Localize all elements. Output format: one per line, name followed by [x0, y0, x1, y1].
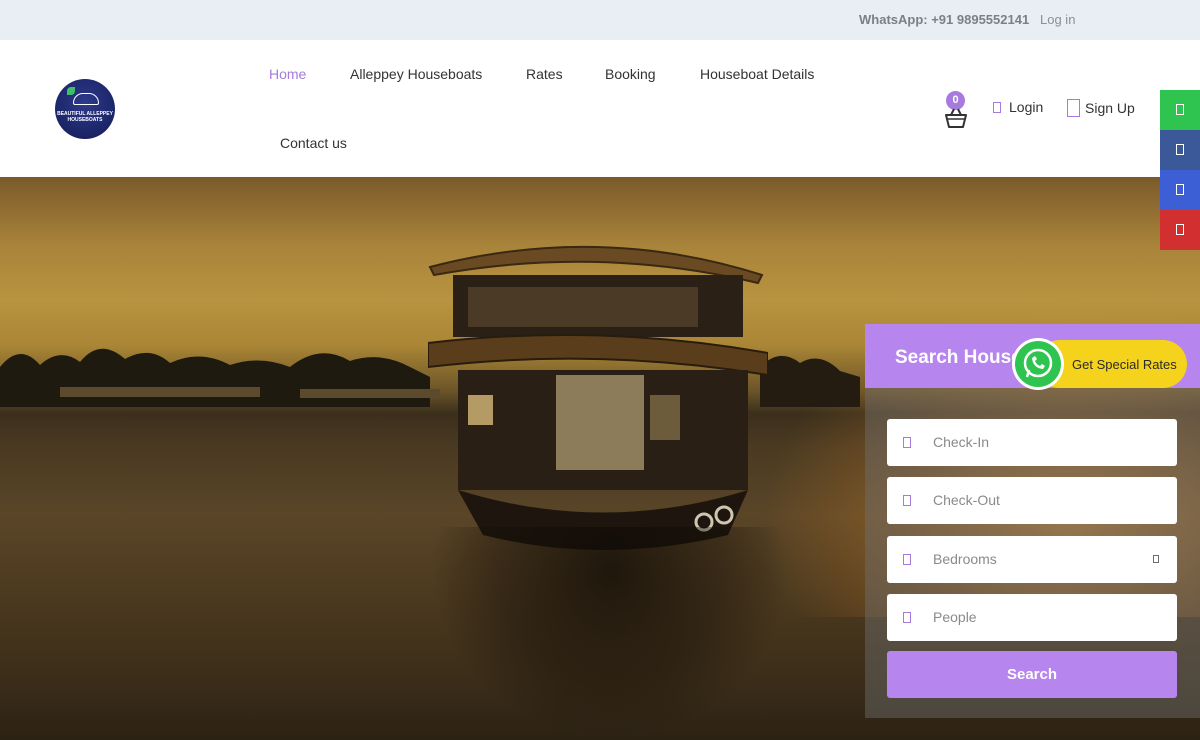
- special-rates-button[interactable]: Get Special Rates: [1012, 338, 1188, 390]
- social-facebook-button[interactable]: [1160, 130, 1200, 170]
- bedrooms-select[interactable]: Bedrooms: [887, 536, 1177, 583]
- checkout-field[interactable]: Check-Out: [887, 477, 1177, 524]
- chevron-down-icon: [1153, 555, 1159, 563]
- header-signup-label: Sign Up: [1085, 100, 1135, 116]
- whatsapp-icon: [1176, 104, 1184, 115]
- houseboat-image: [428, 245, 768, 550]
- nav-item-houseboat-details[interactable]: Houseboat Details: [700, 66, 814, 82]
- checkin-field[interactable]: Check-In: [887, 419, 1177, 466]
- user-icon: [903, 612, 911, 623]
- people-field[interactable]: People: [887, 594, 1177, 641]
- calendar-icon: [903, 437, 911, 448]
- login-link[interactable]: Log in: [1040, 12, 1075, 27]
- linkedin-icon: [1176, 184, 1184, 195]
- youtube-icon: [1176, 224, 1184, 235]
- checkin-placeholder: Check-In: [933, 434, 990, 450]
- boat-reflection: [430, 527, 790, 740]
- palm-tree-icon: [67, 87, 75, 95]
- nav-item-contact-us[interactable]: Contact us: [280, 135, 347, 151]
- header-signup-button[interactable]: Sign Up: [1067, 99, 1135, 117]
- nav-item-home[interactable]: Home: [269, 66, 306, 82]
- checkout-placeholder: Check-Out: [933, 492, 1000, 508]
- social-linkedin-button[interactable]: [1160, 170, 1200, 210]
- people-placeholder: People: [933, 609, 977, 625]
- facebook-icon: [1176, 144, 1184, 155]
- phone-icon: [1023, 348, 1053, 378]
- whatsapp-icon-fill: [1015, 341, 1061, 387]
- site-header: BEAUTIFUL ALLEPPEY HOUSEBOATS Home Allep…: [0, 40, 1200, 177]
- bed-icon: [903, 554, 911, 565]
- nav-item-booking[interactable]: Booking: [605, 66, 656, 82]
- basket-icon: [945, 108, 967, 128]
- houseboat-icon: [73, 93, 99, 105]
- cart-button[interactable]: 0: [942, 90, 970, 130]
- logo-text-line2: HOUSEBOATS: [67, 117, 103, 123]
- header-login-label: Login: [1009, 99, 1044, 115]
- search-button[interactable]: Search: [887, 651, 1177, 698]
- whatsapp-contact[interactable]: WhatsApp: +91 9895552141: [859, 12, 1029, 27]
- special-rates-label: Get Special Rates: [1072, 357, 1177, 372]
- site-logo[interactable]: BEAUTIFUL ALLEPPEY HOUSEBOATS: [55, 79, 115, 139]
- top-bar: WhatsApp: +91 9895552141 Log in: [0, 0, 1200, 40]
- nav-item-alleppey-houseboats[interactable]: Alleppey Houseboats: [350, 66, 482, 82]
- user-icon: [993, 102, 1001, 113]
- user-plus-icon: [1067, 99, 1080, 117]
- social-whatsapp-button[interactable]: [1160, 90, 1200, 130]
- bedrooms-placeholder: Bedrooms: [933, 551, 997, 567]
- nav-item-rates[interactable]: Rates: [526, 66, 563, 82]
- social-youtube-button[interactable]: [1160, 210, 1200, 250]
- whatsapp-icon: [1012, 338, 1064, 390]
- calendar-icon: [903, 495, 911, 506]
- header-login-button[interactable]: Login: [993, 99, 1043, 115]
- search-panel-title: Search House: [895, 347, 1022, 368]
